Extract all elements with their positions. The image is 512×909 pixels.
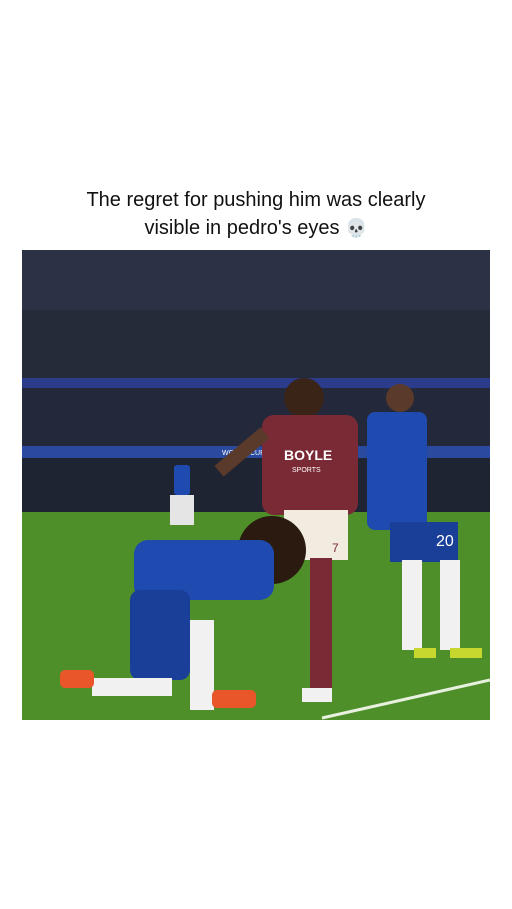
shorts-number-short: 7: [332, 541, 339, 555]
post-caption: The regret for pushing him was clearly v…: [0, 186, 512, 243]
center-player-shirt: [262, 415, 358, 515]
kneeling-player-shorts: [130, 590, 190, 680]
player-right-head: [386, 384, 414, 412]
photo-scene: WORLD CUP 20 BOYLE SPORTS 7: [22, 250, 490, 720]
caption-line-2: visible in pedro's eyes: [144, 217, 340, 239]
football-photo: WORLD CUP 20 BOYLE SPORTS 7: [22, 250, 490, 720]
player-right-shirt: [367, 412, 427, 530]
boot-left: [414, 648, 436, 658]
shirt-sponsor-sub: SPORTS: [292, 467, 321, 474]
background-player: [174, 465, 190, 495]
tier-banner: [22, 378, 490, 388]
center-player-boot: [302, 688, 332, 702]
orange-boot-right: [212, 690, 256, 708]
kneeling-player-leg: [92, 678, 172, 696]
shorts-number: 20: [436, 533, 454, 550]
player-right-right-leg: [440, 560, 460, 650]
orange-boot-left: [60, 670, 94, 688]
caption-line-2-wrap: visible in pedro's eyes 💀: [0, 214, 512, 243]
caption-line-1: The regret for pushing him was clearly: [86, 189, 426, 211]
kneeling-player-shin: [190, 620, 214, 710]
player-right-left-leg: [402, 560, 422, 650]
background-player-legs: [170, 495, 194, 525]
shirt-sponsor: BOYLE: [284, 447, 332, 463]
crowd-upper: [22, 310, 490, 380]
skull-emoji-icon: 💀: [345, 218, 368, 239]
boot-right: [450, 648, 482, 658]
center-player-head: [284, 378, 324, 418]
center-player-leg: [310, 558, 332, 688]
roof: [22, 250, 490, 310]
